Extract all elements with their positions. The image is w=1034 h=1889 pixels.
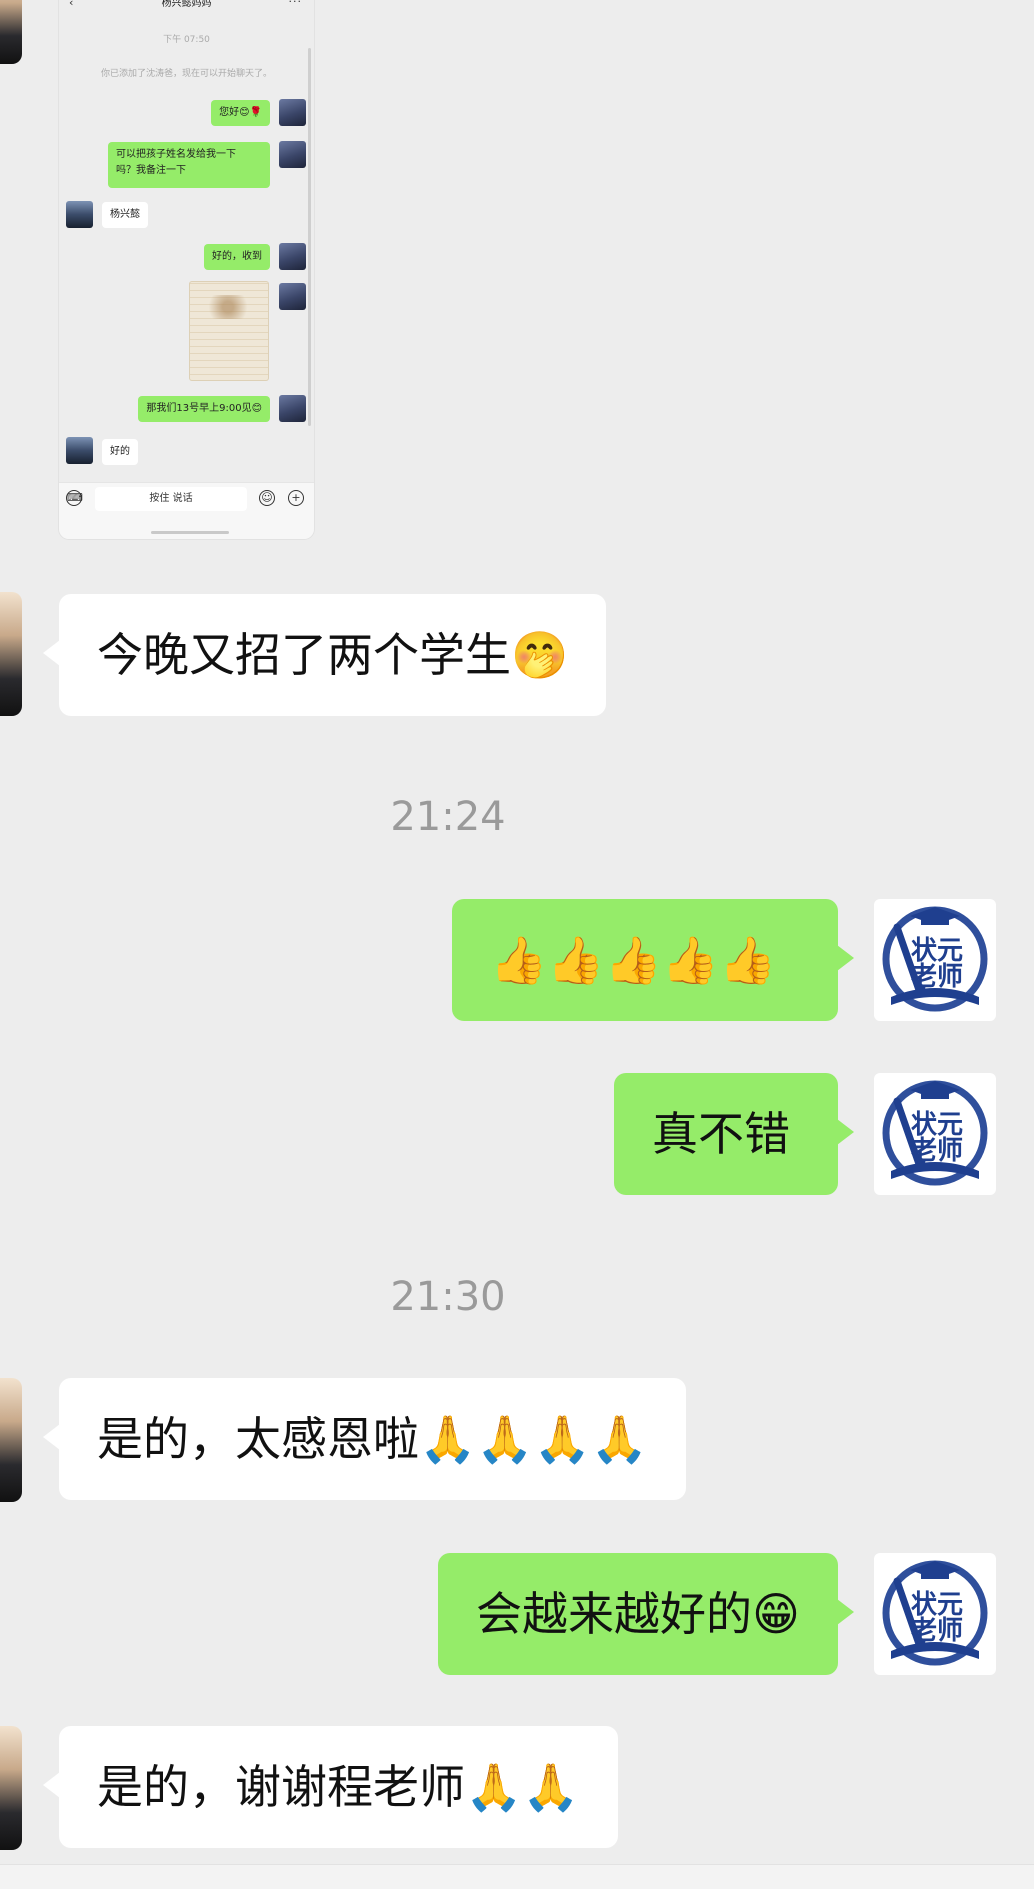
screenshot-message: 杨兴懿 — [102, 202, 148, 228]
teacher-avatar-text-line2: 老师 — [911, 1136, 963, 1166]
more-icon: ··· — [288, 0, 302, 8]
contact-avatar[interactable] — [0, 1726, 22, 1850]
screenshot-message: 您好😊🌹 — [211, 100, 270, 126]
screenshot-message: 可以把孩子姓名发给我一下 吗？我备注一下 — [108, 142, 270, 188]
teacher-avatar-text-line2: 老师 — [911, 1616, 963, 1646]
timestamp: 21:24 — [390, 794, 506, 840]
my-avatar — [279, 395, 306, 422]
message-bubble[interactable]: 是的，太感恩啦🙏🙏🙏🙏 — [42, 1378, 687, 1500]
teacher-avatar-text-line2: 老师 — [911, 962, 963, 992]
scrollbar — [308, 48, 311, 426]
contact-avatar[interactable] — [0, 0, 22, 64]
timestamp: 21:30 — [390, 1274, 506, 1320]
teacher-avatar[interactable]: 状元 老师 — [874, 899, 996, 1021]
home-indicator — [151, 531, 229, 534]
screenshot-message: 好的，收到 — [204, 244, 270, 270]
screenshot-image[interactable]: ‹ 杨兴懿妈妈 ··· 下午 07:50 你已添加了沈涛爸，现在可以开始聊天了。… — [59, 0, 314, 539]
contact-avatar — [66, 437, 93, 464]
teacher-avatar[interactable]: 状元 老师 — [874, 1073, 996, 1195]
voice-input-button: 按住 说话 — [95, 487, 247, 511]
input-bar: ⌨ 按住 说话 ☺ + — [59, 482, 314, 539]
screenshot-image-message — [189, 281, 269, 381]
contact-avatar[interactable] — [0, 1378, 22, 1502]
plus-icon: + — [288, 490, 304, 506]
contact-avatar — [66, 201, 93, 228]
bottom-bar — [0, 1864, 1034, 1889]
screenshot-timestamp: 下午 07:50 — [163, 35, 210, 45]
teacher-avatar[interactable]: 状元 老师 — [874, 1553, 996, 1675]
message-bubble[interactable]: 👍👍👍👍👍 — [452, 899, 854, 1021]
screenshot-message: 好的 — [102, 439, 138, 465]
emoji-icon: ☺ — [259, 490, 275, 506]
my-avatar — [279, 141, 306, 168]
my-avatar — [279, 99, 306, 126]
message-bubble[interactable]: 真不错 — [614, 1073, 854, 1195]
contact-avatar[interactable] — [0, 592, 22, 716]
screenshot-title: 杨兴懿妈妈 — [161, 0, 212, 9]
message-bubble[interactable]: 是的，谢谢程老师🙏🙏 — [43, 1726, 618, 1848]
keyboard-icon: ⌨ — [66, 490, 83, 506]
message-bubble[interactable]: 会越来越好的😁 — [438, 1553, 854, 1675]
system-notice: 你已添加了沈涛爸，现在可以开始聊天了。 — [100, 69, 272, 79]
screenshot-message: 那我们13号早上9:00见😊 — [138, 396, 270, 422]
message-bubble[interactable]: 今晚又招了两个学生🤭 — [42, 594, 607, 716]
my-avatar — [279, 243, 306, 270]
my-avatar — [279, 283, 306, 310]
